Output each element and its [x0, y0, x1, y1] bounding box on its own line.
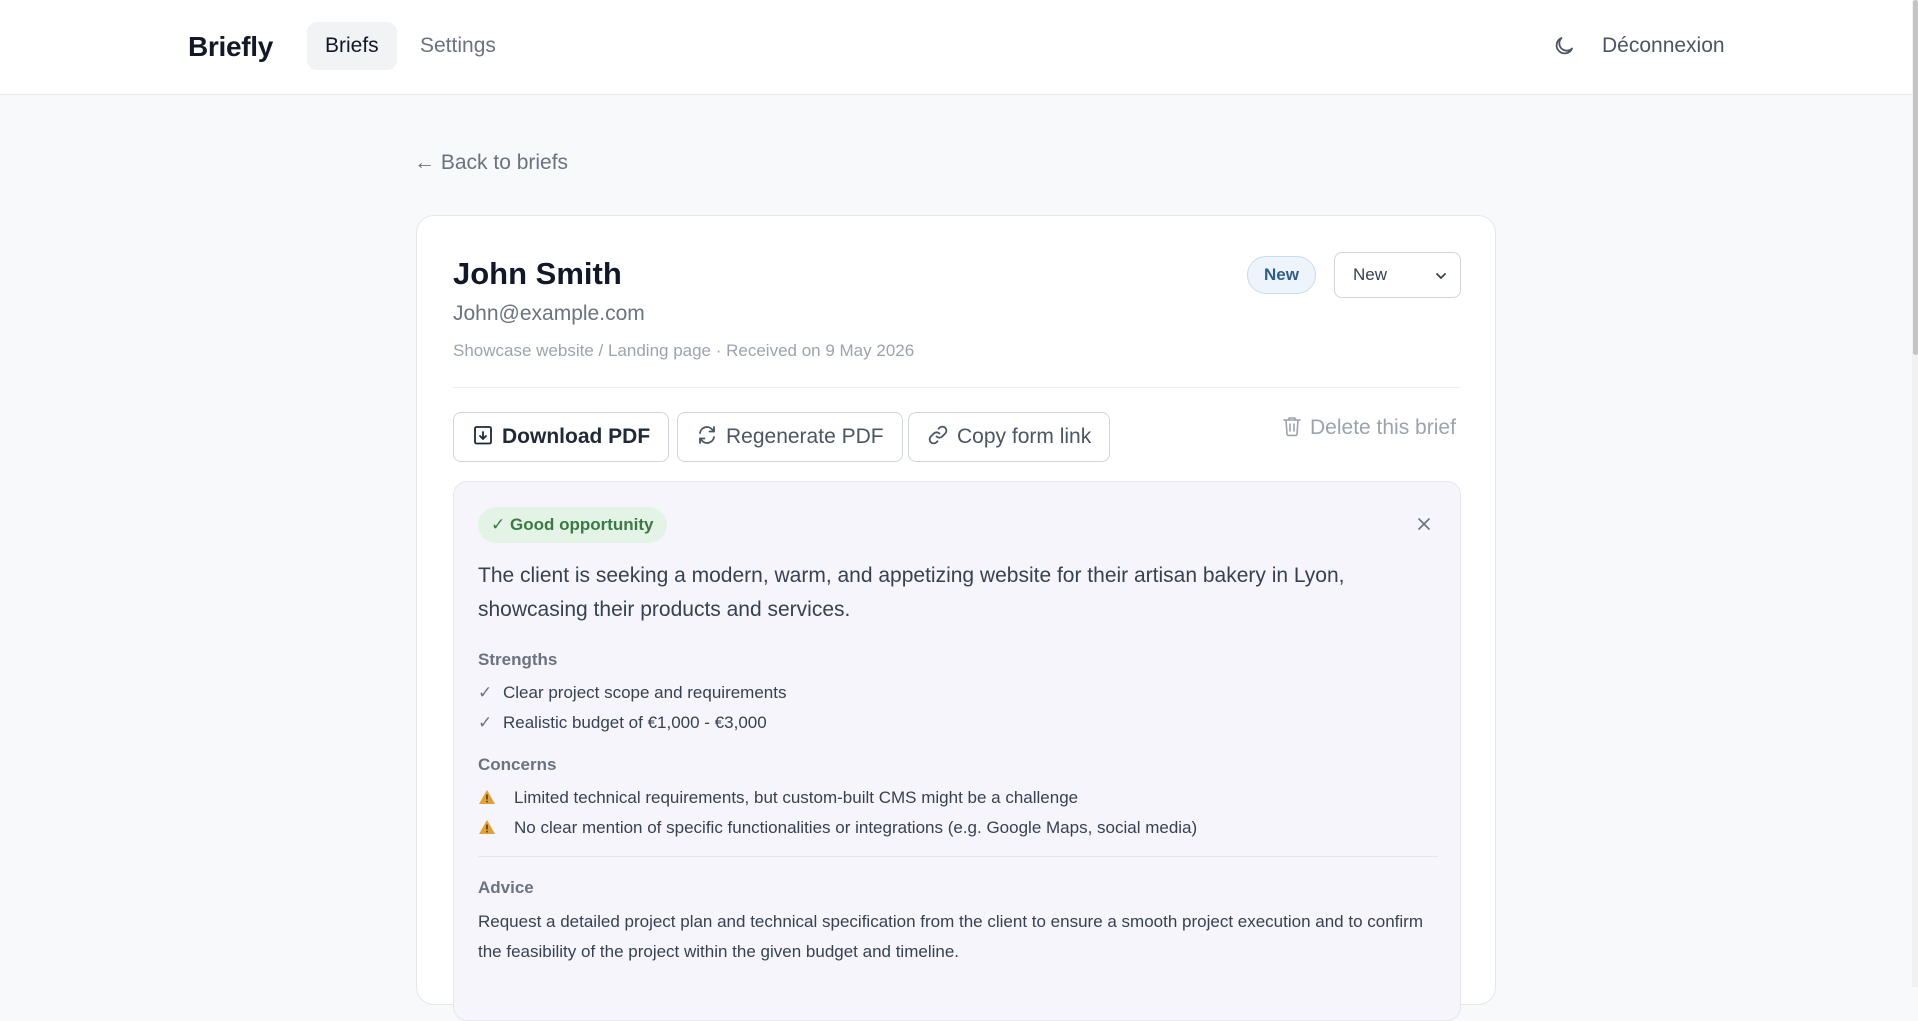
- concern-text: Limited technical requirements, but cust…: [514, 788, 1079, 807]
- close-icon[interactable]: [1416, 516, 1432, 532]
- status-select-value: New: [1353, 265, 1388, 284]
- client-email: John@example.com: [453, 302, 645, 325]
- download-icon: [474, 426, 492, 445]
- back-to-briefs-link[interactable]: ← Back to briefs: [414, 151, 568, 175]
- trash-icon: [1283, 417, 1301, 437]
- scrollbar-thumb[interactable]: [1913, 0, 1918, 355]
- check-icon: ✓: [478, 683, 493, 702]
- refresh-icon: [699, 426, 715, 444]
- status-select[interactable]: New: [1334, 252, 1461, 298]
- status-badge: New: [1247, 256, 1316, 294]
- nav-tab-settings[interactable]: Settings: [402, 22, 514, 70]
- concern-item: Limited technical requirements, but cust…: [478, 788, 1078, 808]
- strength-item: ✓ Clear project scope and requirements: [478, 683, 786, 703]
- brief-meta: Showcase website / Landing page · Receiv…: [453, 341, 915, 360]
- advice-text: Request a detailed project plan and tech…: [478, 912, 1423, 961]
- brief-card: John Smith John@example.com Showcase web…: [416, 215, 1496, 1021]
- delete-brief-button[interactable]: Delete this brief: [1282, 415, 1456, 440]
- ai-analysis-panel: ✓ Good opportunity The client is seeking…: [453, 481, 1461, 1021]
- warning-icon: [479, 790, 495, 804]
- warning-icon: [479, 820, 495, 834]
- chevron-down-icon: [1436, 273, 1446, 279]
- concerns-heading: Concerns: [478, 755, 557, 774]
- delete-brief-label: Delete this brief: [1310, 416, 1456, 439]
- analysis-summary: The client is seeking a modern, warm, an…: [478, 564, 1345, 621]
- download-pdf-button[interactable]: Download PDF: [453, 412, 670, 462]
- advice-heading: Advice: [478, 878, 534, 897]
- strength-text: Realistic budget of €1,000 - €3,000: [503, 713, 767, 732]
- nav-tab-briefs[interactable]: Briefs: [307, 22, 397, 70]
- link-icon: [928, 425, 948, 445]
- moon-icon[interactable]: [1552, 34, 1576, 58]
- check-icon: ✓: [478, 713, 493, 732]
- concern-item: No clear mention of specific functionali…: [478, 818, 1197, 838]
- copy-form-link-label: Copy form link: [957, 425, 1092, 448]
- strength-text: Clear project scope and requirements: [503, 683, 787, 702]
- copy-form-link-button[interactable]: Copy form link: [908, 412, 1111, 462]
- header-divider: [453, 387, 1461, 388]
- regenerate-pdf-label: Regenerate PDF: [726, 425, 884, 448]
- advice-divider: [478, 856, 1438, 857]
- verdict-badge: ✓ Good opportunity: [478, 507, 667, 543]
- top-nav-bar: Briefly Briefs Settings Déconnexion: [0, 0, 1912, 95]
- strength-item: ✓ Realistic budget of €1,000 - €3,000: [478, 713, 767, 733]
- regenerate-pdf-button[interactable]: Regenerate PDF: [677, 412, 903, 462]
- concern-text: No clear mention of specific functionali…: [514, 818, 1198, 837]
- download-pdf-label: Download PDF: [502, 425, 651, 448]
- logout-button[interactable]: Déconnexion: [1602, 34, 1725, 58]
- brand-logo[interactable]: Briefly: [188, 31, 273, 63]
- strengths-heading: Strengths: [478, 650, 558, 669]
- client-name: John Smith: [453, 256, 622, 291]
